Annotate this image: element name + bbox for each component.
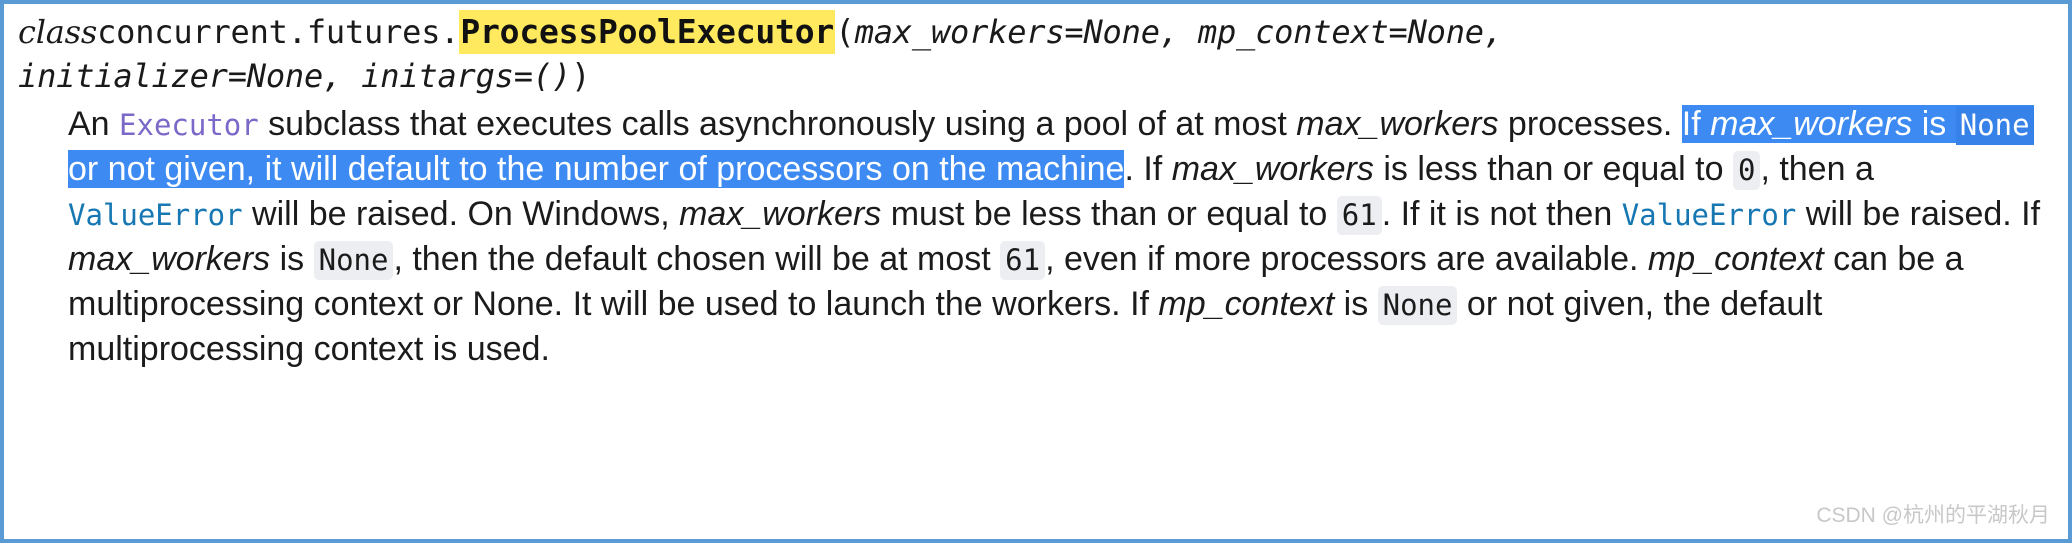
signature-class-name: ProcessPoolExecutor <box>459 10 836 54</box>
desc-text-6: , then a <box>1760 150 1874 188</box>
code-literal-none-2: None <box>313 241 394 280</box>
selected-text-part-1: If <box>1681 105 1711 143</box>
desc-text-15: is <box>1334 285 1378 323</box>
desc-text-3: processes. <box>1498 105 1682 143</box>
code-literal-61-1: 61 <box>1336 196 1382 235</box>
selected-text-part-2: is <box>1912 105 1956 143</box>
signature-close-paren: ) <box>570 56 591 95</box>
desc-text-13: , even if more processors are available. <box>1045 240 1648 278</box>
desc-text-4: . If <box>1124 150 1172 188</box>
signature-keyword: class <box>18 13 98 51</box>
desc-text-12: , then the default chosen will be at mos… <box>393 240 1001 278</box>
selected-code-none: None <box>1955 106 2034 145</box>
code-literal-none-3: None <box>1377 286 1458 325</box>
param-emphasis-max-workers-2: max_workers <box>1171 150 1374 188</box>
class-description: An Executor subclass that executes calls… <box>4 102 2068 371</box>
desc-text-9: . If it is not then <box>1381 195 1622 233</box>
signature-params-line-2: initializer=None, initargs=() <box>18 57 571 95</box>
valueerror-reference-link-2[interactable]: ValueError <box>1622 198 1797 232</box>
param-emphasis-mp-context-1: mp_context <box>1647 240 1824 278</box>
code-literal-61-2: 61 <box>1000 241 1046 280</box>
desc-text-1: An <box>68 105 120 143</box>
param-emphasis-mp-context-2: mp_context <box>1158 285 1335 323</box>
valueerror-reference-link-1[interactable]: ValueError <box>68 198 243 232</box>
desc-text-2: subclass that executes calls asynchronou… <box>258 105 1297 143</box>
signature-params-line-1: max_workers=None, mp_context=None, <box>854 13 1503 51</box>
param-emphasis-max-workers-3: max_workers <box>679 195 882 233</box>
desc-text-8: must be less than or equal to <box>881 195 1337 233</box>
desc-text-11: is <box>270 240 314 278</box>
selected-text-part-3: or not given, it will default to the num… <box>68 150 1125 188</box>
signature-open-paren: ( <box>835 12 855 51</box>
signature-module-path: concurrent.futures. <box>97 13 460 51</box>
code-literal-zero: 0 <box>1732 151 1761 190</box>
selected-param-emphasis-max-workers: max_workers <box>1710 105 1913 143</box>
class-signature: classconcurrent.futures.ProcessPoolExecu… <box>4 4 2068 98</box>
desc-text-10: will be raised. If <box>1796 195 2041 233</box>
documentation-panel: classconcurrent.futures.ProcessPoolExecu… <box>0 0 2072 543</box>
csdn-watermark: CSDN @杭州的平湖秋月 <box>1816 504 2050 527</box>
desc-text-7: will be raised. On Windows, <box>242 195 680 233</box>
param-emphasis-max-workers-1: max_workers <box>1296 105 1499 143</box>
desc-text-5: is less than or equal to <box>1373 150 1733 188</box>
executor-reference-link[interactable]: Executor <box>119 108 259 142</box>
param-emphasis-max-workers-4: max_workers <box>68 240 271 278</box>
